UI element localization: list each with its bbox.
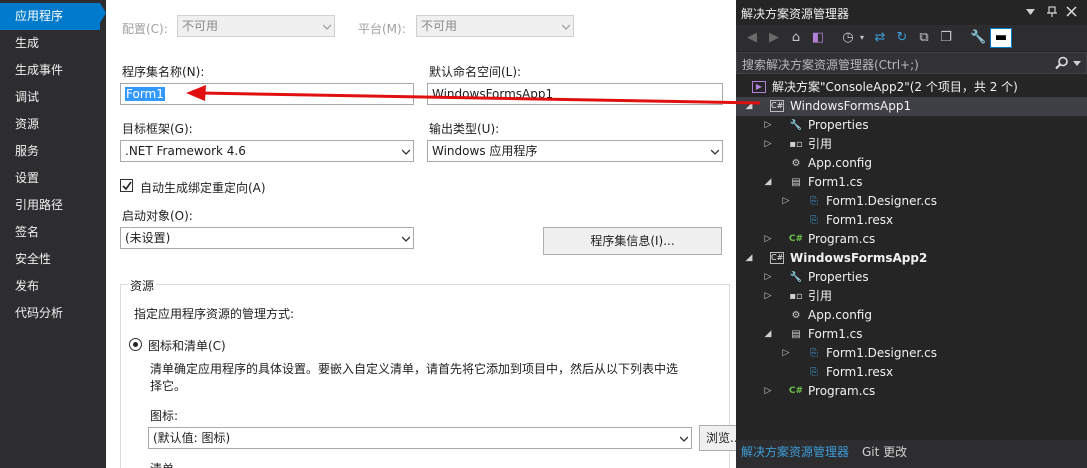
annotation-arrow [186, 85, 761, 105]
